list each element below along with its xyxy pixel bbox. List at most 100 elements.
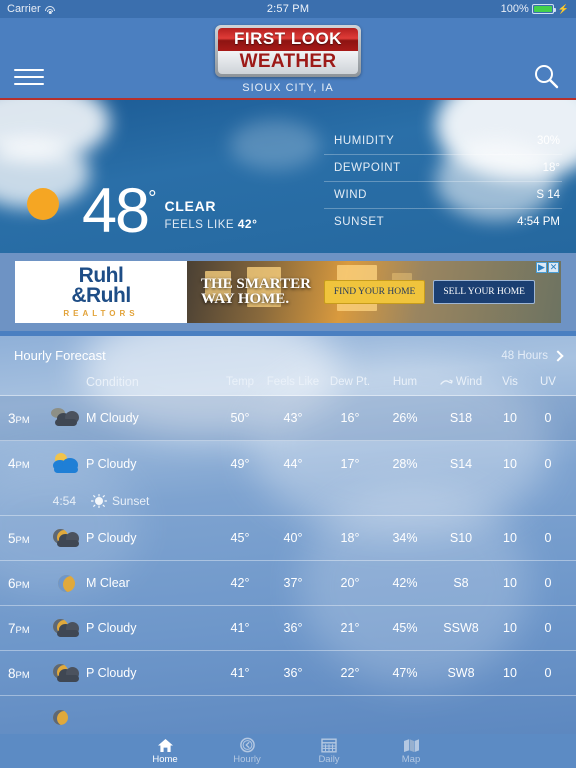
detail-row-humidity: HUMIDITY 30% xyxy=(324,128,562,155)
ad-image-block: THE SMARTER WAY HOME. FIND YOUR HOME SEL… xyxy=(187,261,561,323)
current-temperature-block: 48° CLEAR FEELS LIKE 42° xyxy=(14,175,257,247)
ad-brand-line2: &Ruhl xyxy=(71,283,131,307)
table-row-partial[interactable] xyxy=(0,696,576,734)
cloud-decor xyxy=(230,120,320,170)
hourly-forecast-panel: Hourly Forecast 48 Hours Condition Temp … xyxy=(0,336,576,734)
row-feels-like: 37° xyxy=(283,576,303,590)
sunset-icon xyxy=(86,493,112,508)
row-time: 3PM xyxy=(8,410,30,426)
tab-daily[interactable]: Daily xyxy=(288,737,370,765)
table-row[interactable]: 7PM P Cloudy 41° 36° 21° 45% SSW8 10 0 xyxy=(0,606,576,651)
row-vis: 10 xyxy=(503,576,517,590)
feels-like-label: FEELS LIKE xyxy=(164,219,235,231)
tab-hourly[interactable]: Hourly xyxy=(206,737,288,765)
status-bar-left: Carrier xyxy=(7,3,56,15)
row-hum: 47% xyxy=(392,666,418,680)
row-wind: S10 xyxy=(449,531,473,545)
row-dew-point: 16° xyxy=(340,411,360,425)
row-vis: 10 xyxy=(503,531,517,545)
row-hum: 45% xyxy=(392,621,418,635)
sunset-event-time: 4:54 xyxy=(52,493,76,508)
row-temp: 45° xyxy=(230,531,250,545)
row-wind: S8 xyxy=(453,576,469,590)
current-conditions-panel: 48° CLEAR FEELS LIKE 42° HUMIDITY 30% DE… xyxy=(0,100,576,253)
calendar-icon xyxy=(321,738,337,753)
row-hum: 28% xyxy=(392,456,418,471)
tab-map[interactable]: Map xyxy=(370,738,452,765)
table-row[interactable]: 6PM M Clear 42° 37° 20° 42% S8 10 0 xyxy=(0,561,576,606)
table-row[interactable]: 3PM M Cloudy 50° 43° 16° 26% S18 10 0 xyxy=(0,396,576,441)
detail-value: 30% xyxy=(536,135,560,147)
current-temperature: 48° xyxy=(82,176,157,247)
advertisement-banner[interactable]: Ruhl &Ruhl REALTORS THE SMARTER WAY HOME… xyxy=(0,253,576,331)
row-uv: 0 xyxy=(544,531,552,545)
row-condition: P Cloudy xyxy=(86,666,137,680)
ad-sell-home-button[interactable]: SELL YOUR HOME xyxy=(433,280,535,304)
detail-value: 18° xyxy=(542,162,560,174)
adchoices-icon[interactable]: ▶ xyxy=(536,262,547,273)
partly-cloudy-night-icon xyxy=(46,617,86,639)
column-header-dew-point: Dew Pt. xyxy=(329,376,371,388)
row-feels-like: 36° xyxy=(283,621,303,635)
carrier-label: Carrier xyxy=(7,3,41,15)
hamburger-menu-icon[interactable] xyxy=(14,64,44,90)
row-condition: M Cloudy xyxy=(86,411,139,425)
row-uv: 0 xyxy=(544,576,552,590)
close-icon[interactable]: ✕ xyxy=(548,262,559,273)
current-details-list: HUMIDITY 30% DEWPOINT 18° WIND S 14 SUNS… xyxy=(324,128,562,235)
row-condition: P Cloudy xyxy=(86,621,137,635)
battery-full-icon xyxy=(531,4,556,14)
app-logo: FIRST LOOK WEATHER xyxy=(215,24,361,77)
row-time: 4PM xyxy=(8,456,30,471)
column-header-wind: Wind xyxy=(432,376,490,388)
partly-cloudy-night-icon xyxy=(46,708,86,730)
hourly-title: Hourly Forecast xyxy=(14,348,106,363)
tab-label: Home xyxy=(152,753,178,765)
detail-row-sunset: SUNSET 4:54 PM xyxy=(324,209,562,235)
ad-buttons: FIND YOUR HOME SELL YOUR HOME xyxy=(323,280,535,304)
detail-row-dewpoint: DEWPOINT 18° xyxy=(324,155,562,182)
status-bar: Carrier 2:57 PM 100% ⚡ xyxy=(0,0,576,18)
table-row[interactable]: 5PM P Cloudy 45° 40° 18° 34% S10 10 0 xyxy=(0,516,576,561)
hourly-column-headers: Condition Temp Feels Like Dew Pt. Hum Wi… xyxy=(0,363,576,396)
48-hours-label: 48 Hours xyxy=(501,349,548,362)
row-hum: 34% xyxy=(392,531,418,545)
search-icon[interactable] xyxy=(532,62,560,90)
row-vis: 10 xyxy=(503,456,517,471)
column-header-condition: Condition xyxy=(86,375,139,389)
row-time: 7PM xyxy=(8,620,30,636)
row-time: 6PM xyxy=(8,575,30,591)
mostly-clear-night-icon xyxy=(46,572,86,594)
status-bar-clock: 2:57 PM xyxy=(266,3,310,15)
degree-symbol: ° xyxy=(148,187,157,211)
wind-arrow-icon xyxy=(440,379,453,385)
row-hum: 26% xyxy=(392,411,418,425)
logo-line1: FIRST LOOK xyxy=(218,27,358,51)
weather-app: Carrier 2:57 PM 100% ⚡ FIRST LOOK WEATHE… xyxy=(0,0,576,768)
row-temp: 41° xyxy=(230,621,250,635)
ad-tagline-line2: WAY HOME. xyxy=(201,291,290,307)
detail-label: SUNSET xyxy=(334,216,385,228)
logo-line2: WEATHER xyxy=(218,50,358,74)
row-condition: P Cloudy xyxy=(86,531,137,545)
condition-label: CLEAR xyxy=(164,198,217,214)
48-hours-link[interactable]: 48 Hours xyxy=(501,349,564,362)
detail-value: 4:54 PM xyxy=(517,216,560,228)
tab-label: Daily xyxy=(318,754,340,765)
ad-find-home-button[interactable]: FIND YOUR HOME xyxy=(323,280,426,304)
ad-brand-sub: REALTORS xyxy=(63,309,139,319)
table-row[interactable]: 8PM P Cloudy 41° 36° 22° 47% SW8 10 0 xyxy=(0,651,576,696)
row-feels-like: 43° xyxy=(283,411,303,425)
wifi-icon xyxy=(45,5,56,14)
table-row[interactable]: 4PM P Cloudy 49° 44° 17° 28% S14 10 0 xyxy=(0,441,576,486)
column-header-uv: UV xyxy=(540,376,556,388)
row-wind: SSW8 xyxy=(443,621,479,635)
ad-brand-line1: Ruhl xyxy=(78,263,124,287)
row-uv: 0 xyxy=(544,411,552,425)
tab-home[interactable]: Home xyxy=(124,738,206,765)
row-wind: SW8 xyxy=(447,666,475,680)
row-feels-like: 36° xyxy=(283,666,303,680)
row-hum: 42% xyxy=(392,576,418,590)
bottom-tab-bar: Home Hourly Daily Map xyxy=(0,734,576,768)
partly-cloudy-day-icon xyxy=(46,452,86,475)
